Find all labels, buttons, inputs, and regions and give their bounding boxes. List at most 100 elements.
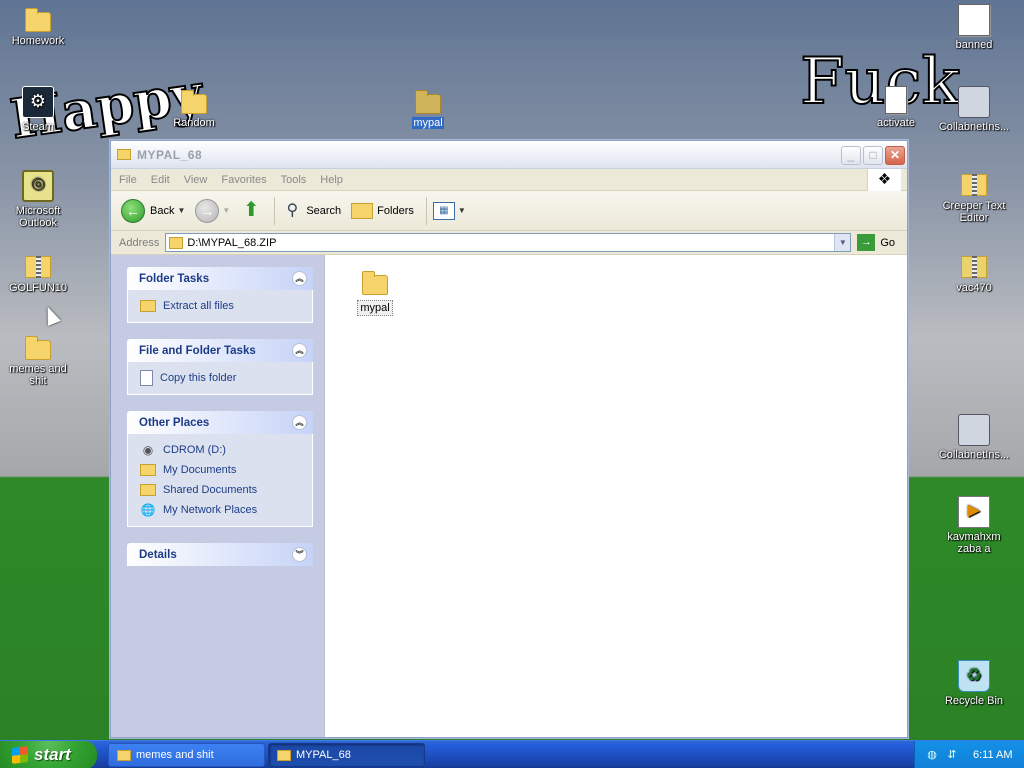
desktop-icon-recycle-bin[interactable]: ♻ Recycle Bin bbox=[936, 660, 1012, 707]
desktop-icon-mypal[interactable]: mypal bbox=[390, 86, 466, 129]
menu-tools[interactable]: Tools bbox=[281, 174, 307, 186]
desktop-icon-label: Steam bbox=[22, 121, 54, 133]
link-label: Copy this folder bbox=[160, 372, 237, 384]
computer-icon bbox=[958, 86, 990, 118]
up-button[interactable]: ⬆ bbox=[240, 200, 262, 222]
folder-icon bbox=[362, 271, 388, 295]
cdrom-icon: ◉ bbox=[142, 443, 154, 457]
network-tray-icon[interactable]: ⇵ bbox=[945, 748, 959, 762]
box-body: Extract all files bbox=[127, 290, 313, 323]
copy-this-folder-link[interactable]: Copy this folder bbox=[140, 368, 312, 388]
box-body: Copy this folder bbox=[127, 362, 313, 395]
folder-icon bbox=[140, 484, 156, 496]
folders-button[interactable]: Folders bbox=[351, 202, 414, 219]
zip-folder-icon bbox=[277, 749, 291, 761]
box-title: Other Places bbox=[139, 416, 210, 429]
menu-edit[interactable]: Edit bbox=[151, 174, 170, 186]
my-network-places-link[interactable]: 🌐 My Network Places bbox=[140, 500, 312, 520]
desktop-icon-label: activate bbox=[877, 117, 915, 129]
expand-icon[interactable]: ︾ bbox=[292, 547, 307, 562]
box-title: Folder Tasks bbox=[139, 272, 210, 285]
collapse-icon[interactable]: ︽ bbox=[292, 343, 307, 358]
menu-favorites[interactable]: Favorites bbox=[221, 174, 266, 186]
toolbar-separator bbox=[425, 196, 427, 225]
chevron-down-icon[interactable]: ▼ bbox=[177, 206, 185, 215]
tray-app-icon[interactable]: ◍ bbox=[925, 748, 939, 762]
address-field[interactable]: D:\MYPAL_68.ZIP ▼ bbox=[165, 233, 852, 252]
7zip-icon bbox=[961, 256, 987, 278]
search-button[interactable]: ⚲ Search bbox=[281, 200, 341, 222]
toolbar: ← Back ▼ → ▼ ⬆ ⚲ Search Folders ▦ ▼ bbox=[111, 191, 907, 231]
file-folder-tasks-box: File and Folder Tasks ︽ Copy this folder bbox=[127, 339, 313, 395]
collapse-icon[interactable]: ︽ bbox=[292, 271, 307, 286]
chevron-down-icon[interactable]: ▼ bbox=[834, 234, 851, 251]
title-bar[interactable]: MYPAL_68 _ □ ✕ bbox=[111, 141, 907, 169]
address-label: Address bbox=[119, 236, 160, 249]
taskbar-button-mypal[interactable]: MYPAL_68 bbox=[268, 743, 425, 767]
file-folder-tasks-header[interactable]: File and Folder Tasks ︽ bbox=[127, 339, 313, 362]
taskbar-button-memes[interactable]: memes and shit bbox=[108, 743, 265, 767]
file-item-label: mypal bbox=[357, 300, 393, 316]
link-label: Shared Documents bbox=[163, 484, 258, 496]
toolbar-separator bbox=[274, 196, 276, 225]
go-arrow-icon: → bbox=[857, 234, 876, 251]
desktop-icon-label: Random bbox=[173, 117, 215, 129]
desktop-icon-homework[interactable]: Homework bbox=[0, 4, 76, 47]
details-header[interactable]: Details ︾ bbox=[127, 543, 313, 566]
go-button[interactable]: → Go bbox=[857, 234, 895, 251]
folder-icon bbox=[117, 149, 131, 160]
chevron-down-icon[interactable]: ▼ bbox=[222, 206, 230, 215]
media-file-icon: ▶ bbox=[958, 496, 990, 528]
menu-help[interactable]: Help bbox=[320, 174, 343, 186]
cdrom-link[interactable]: ◉ CDROM (D:) bbox=[140, 440, 312, 460]
folder-icon bbox=[25, 336, 51, 360]
start-button[interactable]: start bbox=[0, 741, 97, 768]
details-box: Details ︾ bbox=[127, 543, 313, 566]
computer-icon bbox=[958, 414, 990, 446]
my-documents-link[interactable]: My Documents bbox=[140, 460, 312, 480]
desktop-icon-label: Recycle Bin bbox=[944, 695, 1004, 707]
folder-tasks-header[interactable]: Folder Tasks ︽ bbox=[127, 267, 313, 290]
taskbar-button-label: memes and shit bbox=[136, 749, 214, 761]
box-title: File and Folder Tasks bbox=[139, 344, 256, 357]
zip-folder-icon bbox=[140, 300, 156, 312]
extract-all-files-link[interactable]: Extract all files bbox=[140, 296, 312, 316]
back-button[interactable]: ← Back ▼ bbox=[121, 198, 185, 223]
desktop-icon-label: memes and shit bbox=[9, 363, 67, 387]
search-icon: ⚲ bbox=[286, 201, 299, 219]
desktop-icon-banned[interactable]: banned bbox=[936, 4, 1012, 51]
desktop-icon-label: Microsoft Outlook bbox=[15, 205, 61, 229]
desktop-icon-label: CollabnetIns... bbox=[938, 121, 1010, 133]
menu-file[interactable]: File bbox=[119, 174, 137, 186]
collapse-icon[interactable]: ︽ bbox=[292, 415, 307, 430]
desktop-icon-outlook[interactable]: ◎ Microsoft Outlook bbox=[0, 170, 76, 229]
desktop-icon-activate[interactable]: activate bbox=[858, 86, 934, 129]
file-item-mypal[interactable]: mypal bbox=[345, 267, 405, 316]
desktop-icon-creeper[interactable]: Creeper Text Editor bbox=[936, 168, 1012, 224]
desktop-icon-vac470[interactable]: vac470 bbox=[936, 250, 1012, 294]
clock[interactable]: 6:11 AM bbox=[973, 749, 1013, 761]
go-label: Go bbox=[880, 236, 896, 249]
minimize-button[interactable]: _ bbox=[841, 146, 861, 165]
desktop-icon-steam[interactable]: ⚙ Steam bbox=[0, 86, 76, 133]
address-value: D:\MYPAL_68.ZIP bbox=[187, 236, 277, 249]
system-tray: ◍ ⇵ 6:11 AM bbox=[914, 741, 1024, 768]
shared-documents-link[interactable]: Shared Documents bbox=[140, 480, 312, 500]
close-button[interactable]: ✕ bbox=[885, 146, 905, 165]
desktop-icon-random[interactable]: Random bbox=[156, 86, 232, 129]
views-button[interactable]: ▦ ▼ bbox=[432, 201, 466, 220]
other-places-header[interactable]: Other Places ︽ bbox=[127, 411, 313, 434]
desktop-icon-label: GOLFUN10 bbox=[8, 282, 68, 294]
desktop-icon-collabnet-2[interactable]: CollabnetIns... bbox=[936, 414, 1012, 461]
maximize-button[interactable]: □ bbox=[863, 146, 883, 165]
desktop-icon-golfun10[interactable]: GOLFUN10 bbox=[0, 250, 76, 294]
menu-view[interactable]: View bbox=[184, 174, 208, 186]
desktop-icon-collabnet-1[interactable]: CollabnetIns... bbox=[936, 86, 1012, 133]
menu-bar: File Edit View Favorites Tools Help ❖ bbox=[111, 169, 907, 191]
folder-icon bbox=[140, 464, 156, 476]
forward-button[interactable]: → ▼ bbox=[195, 198, 230, 223]
zip-folder-icon bbox=[961, 174, 987, 196]
desktop-icon-kavmahxm[interactable]: ▶ kavmahxm zaba a bbox=[936, 496, 1012, 555]
link-label: CDROM (D:) bbox=[163, 444, 226, 456]
desktop-icon-memes[interactable]: memes and shit bbox=[0, 332, 76, 387]
